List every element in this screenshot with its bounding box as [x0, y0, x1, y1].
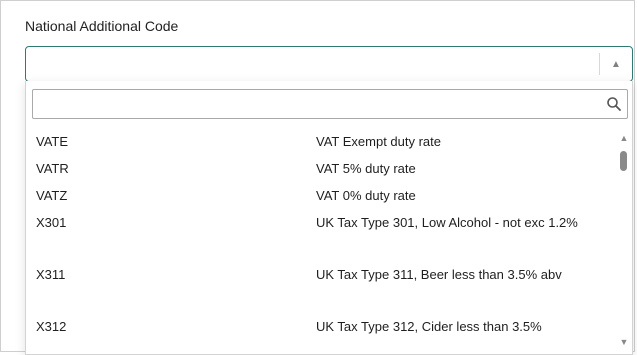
option-description: UK Tax Type 312, Cider less than 3.5%: [316, 319, 542, 334]
search-icon[interactable]: [606, 96, 622, 112]
list-item[interactable]: X312 UK Tax Type 312, Cider less than 3.…: [26, 312, 618, 352]
option-code: VATE: [36, 134, 69, 149]
search-box[interactable]: [32, 89, 628, 119]
search-input[interactable]: [37, 93, 601, 117]
option-code: X312: [36, 319, 67, 334]
select-divider: [599, 53, 600, 75]
list-item[interactable]: X311 UK Tax Type 311, Beer less than 3.5…: [26, 260, 618, 312]
list-item[interactable]: VATE VAT Exempt duty rate: [26, 127, 618, 154]
options-list: VATE VAT Exempt duty rate VATR VAT 5% du…: [26, 127, 618, 354]
option-description: VAT 0% duty rate: [316, 188, 416, 203]
option-code: X301: [36, 215, 67, 230]
option-description: UK Tax Type 301, Low Alcohol - not exc 1…: [316, 215, 578, 230]
list-item[interactable]: VATZ VAT 0% duty rate: [26, 181, 618, 208]
scroll-thumb[interactable]: [620, 151, 627, 171]
option-description: VAT 5% duty rate: [316, 161, 416, 176]
list-item[interactable]: VATR VAT 5% duty rate: [26, 154, 618, 181]
caret-up-icon[interactable]: ▲: [608, 57, 624, 73]
caret-down-icon[interactable]: ▼: [616, 335, 632, 349]
list-scrollbar[interactable]: ▲ ▼: [616, 127, 632, 354]
field-label: National Additional Code: [25, 18, 179, 34]
national-additional-code-select[interactable]: ▲: [25, 46, 633, 82]
option-description: VAT Exempt duty rate: [316, 134, 441, 149]
option-description: UK Tax Type 311, Beer less than 3.5% abv: [316, 267, 562, 282]
list-item[interactable]: X301 UK Tax Type 301, Low Alcohol - not …: [26, 208, 618, 260]
form-panel: National Additional Code ▲ VATE VAT Exem…: [0, 0, 635, 355]
option-code: X311: [36, 267, 66, 282]
option-code: VATR: [36, 161, 69, 176]
dropdown-panel: VATE VAT Exempt duty rate VATR VAT 5% du…: [25, 81, 633, 355]
option-code: VATZ: [36, 188, 68, 203]
caret-up-icon[interactable]: ▲: [616, 131, 632, 145]
